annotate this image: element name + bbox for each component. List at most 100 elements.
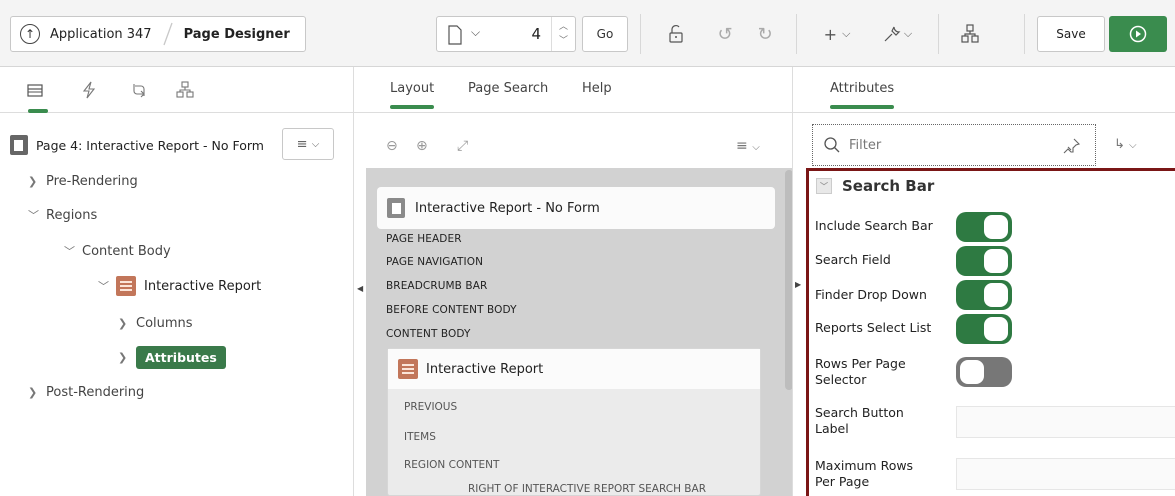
position-right-of-search-bar[interactable]: RIGHT OF INTERACTIVE REPORT SEARCH BAR — [468, 483, 706, 495]
collapse-left-icon[interactable]: ◀ — [357, 284, 363, 293]
filter-input[interactable]: Filter — [849, 138, 881, 153]
panel-divider[interactable] — [353, 67, 354, 496]
interactive-report-icon — [116, 276, 136, 296]
tree-menu-button[interactable]: ≡ ⌵ — [282, 128, 334, 160]
run-page-button[interactable] — [1109, 16, 1167, 52]
zoom-in-icon[interactable]: ⊕ — [416, 138, 428, 154]
tree-node-attributes[interactable]: ❯ Attributes — [118, 345, 226, 369]
region-card-interactive-report[interactable]: Interactive Report PREVIOUS ITEMS REGION… — [387, 348, 761, 496]
tab-layout[interactable]: Layout — [390, 81, 435, 109]
chevron-down-icon: ⌵ — [842, 27, 851, 40]
toggle-knob — [984, 249, 1008, 273]
chevron-right-icon[interactable]: ❯ — [28, 386, 46, 399]
prop-label-maximum-rows-per-page: Maximum Rows Per Page — [815, 458, 914, 489]
tree-node-columns[interactable]: ❯ Columns — [118, 312, 193, 334]
search-field-toggle[interactable] — [956, 246, 1012, 276]
lock-icon[interactable] — [656, 16, 696, 52]
include-search-bar-toggle[interactable] — [956, 212, 1012, 242]
tree-node-content-body[interactable]: ﹀ Content Body — [64, 240, 171, 262]
expand-icon[interactable]: ⤢ — [457, 138, 468, 154]
redo-icon[interactable]: ↻ — [748, 16, 782, 52]
chevron-down-icon[interactable]: ﹀ — [28, 207, 46, 223]
position-content-body[interactable]: CONTENT BODY — [386, 328, 471, 340]
chevron-down-icon[interactable]: ﹀ — [816, 178, 832, 194]
tree-node-label: Columns — [136, 315, 193, 331]
tree-node-regions[interactable]: ﹀ Regions — [28, 204, 97, 226]
tree-node-label: Post-Rendering — [46, 384, 145, 400]
chevron-down-icon: ⌵ — [752, 142, 760, 153]
position-previous[interactable]: PREVIOUS — [404, 401, 457, 413]
panel-divider[interactable] — [792, 67, 793, 496]
toggle-knob — [984, 317, 1008, 341]
section-title: Search Bar — [842, 177, 935, 195]
top-toolbar: ↑ Application 347 Page Designer ⌵ 4 ︿ ﹀ G… — [0, 0, 1175, 67]
chevron-right-icon[interactable]: ❯ — [28, 175, 46, 188]
toolbar-divider — [1024, 14, 1025, 54]
search-icon — [824, 137, 840, 153]
page-node[interactable]: Page 4: Interactive Report - No Form — [10, 133, 280, 157]
save-button[interactable]: Save — [1037, 16, 1105, 52]
application-link[interactable]: Application 347 — [50, 27, 152, 42]
undo-icon[interactable]: ↺ — [708, 16, 742, 52]
zoom-out-icon[interactable]: ⊖ — [386, 138, 398, 154]
create-menu-button[interactable]: + ⌵ — [812, 16, 862, 52]
shared-components-tab-icon[interactable] — [176, 81, 194, 99]
position-items[interactable]: ITEMS — [404, 431, 436, 443]
toolbar-divider — [938, 14, 939, 54]
up-arrow-icon[interactable]: ↑ — [20, 24, 40, 44]
page-selector[interactable]: ⌵ 4 ︿ ﹀ — [436, 16, 576, 52]
dynamic-actions-tab-icon[interactable] — [80, 81, 98, 99]
region-title: Interactive Report - No Form — [415, 200, 600, 216]
position-page-navigation[interactable]: PAGE NAVIGATION — [386, 256, 483, 268]
chevron-right-icon[interactable]: ❯ — [118, 351, 136, 364]
tree-node-label-selected[interactable]: Attributes — [136, 345, 226, 369]
chevron-down-icon[interactable]: ﹀ — [98, 278, 116, 294]
search-button-label-input[interactable] — [956, 406, 1175, 438]
tab-attributes[interactable]: Attributes — [830, 81, 895, 109]
toggle-knob — [984, 283, 1008, 307]
position-breadcrumb-bar[interactable]: BREADCRUMB BAR — [386, 280, 487, 292]
prop-label-rows-per-page-selector: Rows Per Page Selector — [815, 356, 906, 387]
chevron-down-icon[interactable]: ﹀ — [64, 243, 82, 259]
section-search-bar[interactable]: ﹀ Search Bar — [816, 177, 934, 195]
tree-node-label: Content Body — [82, 243, 171, 259]
go-button[interactable]: Go — [582, 16, 628, 52]
tree-node-interactive-report[interactable]: ﹀ Interactive Report — [98, 275, 261, 297]
region-card-ir-no-form[interactable]: Interactive Report - No Form — [377, 187, 775, 229]
page-icon[interactable] — [447, 25, 463, 45]
chevron-down-icon[interactable]: ⌵ — [471, 25, 480, 40]
toggle-knob — [960, 360, 984, 384]
pin-icon[interactable] — [1063, 137, 1081, 155]
rows-per-page-selector-toggle[interactable] — [956, 357, 1012, 387]
finder-drop-down-toggle[interactable] — [956, 280, 1012, 310]
menu-icon: ≡ — [296, 136, 308, 152]
utilities-menu-button[interactable]: ⌵ — [872, 16, 922, 52]
play-icon — [1129, 25, 1147, 43]
reports-select-list-toggle[interactable] — [956, 314, 1012, 344]
rendering-tab-icon[interactable] — [26, 81, 44, 99]
position-region-content[interactable]: REGION CONTENT — [404, 459, 499, 471]
chevron-down-icon[interactable]: ﹀ — [559, 34, 568, 48]
tab-help[interactable]: Help — [582, 81, 612, 96]
position-before-content-body[interactable]: BEFORE CONTENT BODY — [386, 304, 517, 316]
tree-node-post-rendering[interactable]: ❯ Post-Rendering — [28, 381, 144, 403]
chevron-up-icon[interactable]: ︿ — [559, 20, 568, 34]
breadcrumb-separator-icon — [162, 22, 173, 46]
tree-node-label: Regions — [46, 207, 98, 223]
layout-menu-button[interactable]: ≡ ⌵ — [736, 138, 760, 154]
go-to-group-button[interactable]: ↳ ⌵ — [1114, 137, 1137, 152]
page-number-stepper[interactable]: ︿ ﹀ — [551, 17, 575, 51]
center-panel-tabs: Layout Page Search Help — [354, 67, 792, 113]
collapse-right-icon[interactable]: ▶ — [795, 280, 801, 289]
filter-field[interactable]: Filter — [812, 124, 1096, 166]
maximum-rows-per-page-input[interactable] — [956, 458, 1175, 490]
chevron-right-icon[interactable]: ❯ — [118, 317, 136, 330]
tree-node-label: Pre-Rendering — [46, 173, 138, 189]
tree-node-pre-rendering[interactable]: ❯ Pre-Rendering — [28, 170, 138, 192]
chevron-down-icon: ⌵ — [903, 27, 913, 40]
shared-components-icon[interactable] — [950, 16, 990, 52]
processing-tab-icon[interactable] — [130, 81, 148, 99]
tab-page-search[interactable]: Page Search — [468, 81, 548, 96]
page-number-input[interactable]: 4 — [531, 25, 541, 43]
position-page-header[interactable]: PAGE HEADER — [386, 233, 462, 245]
